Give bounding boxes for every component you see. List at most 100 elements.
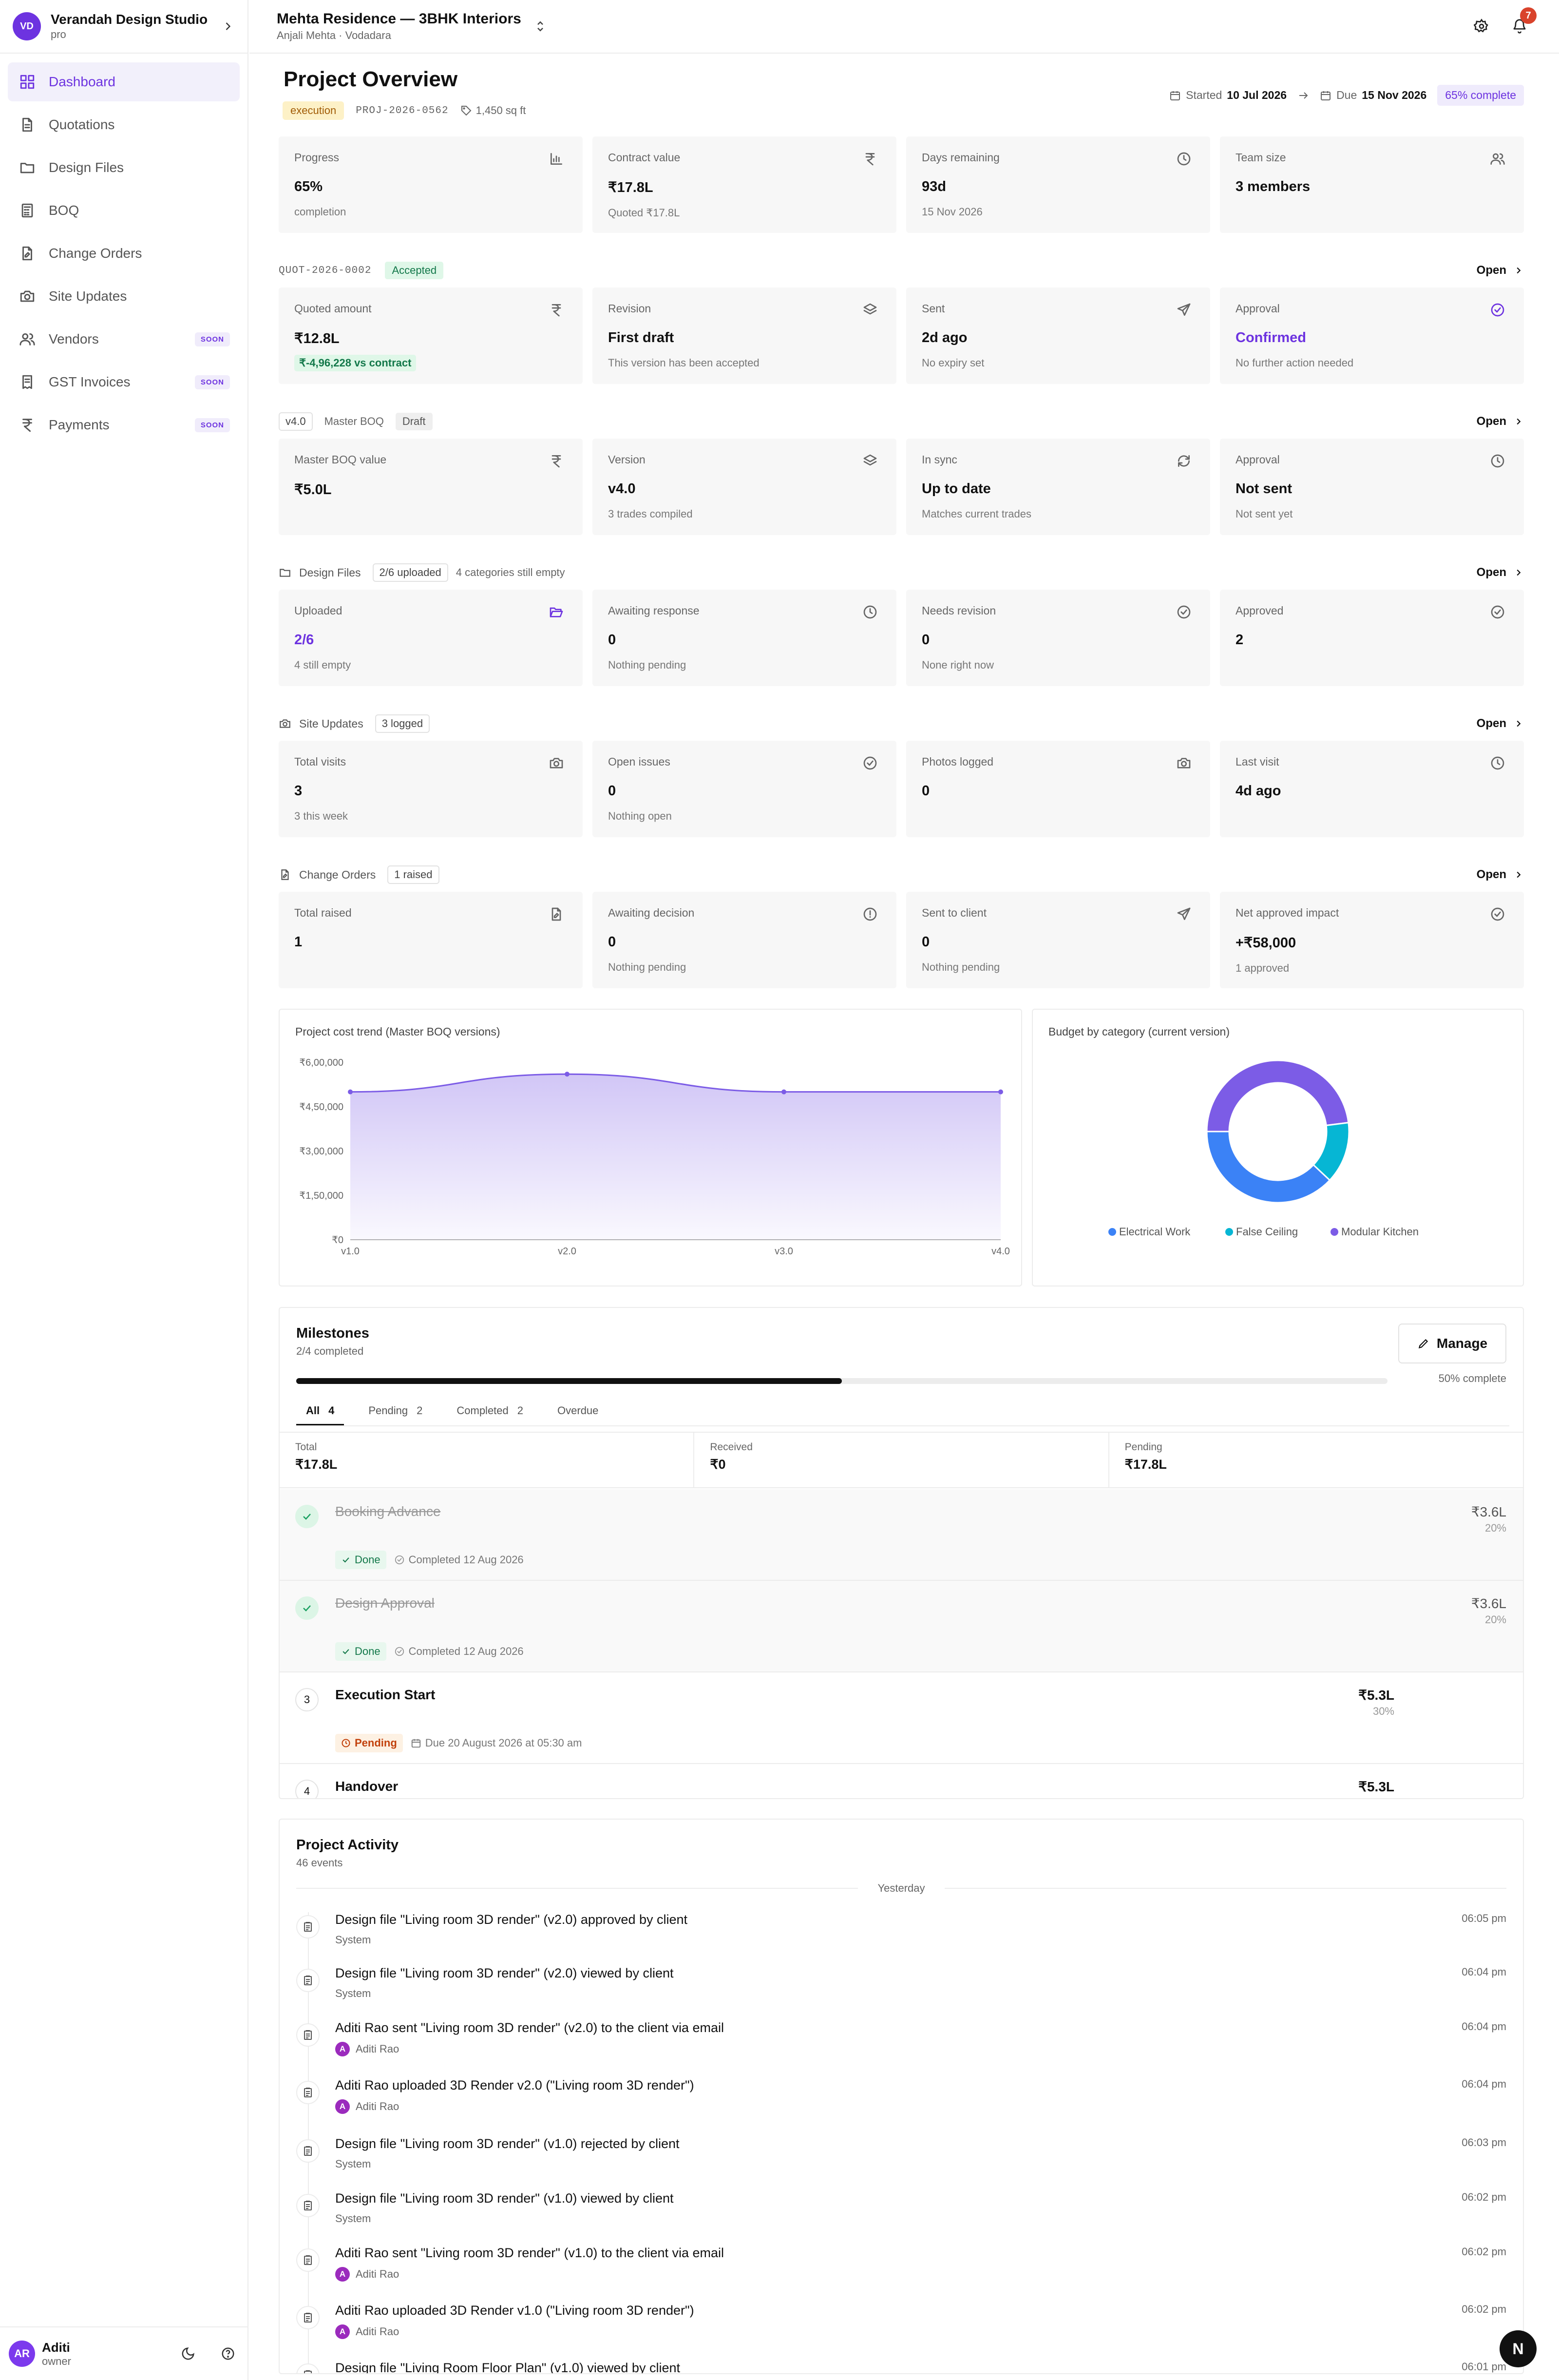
stat-value: ₹17.8L <box>1124 1457 1167 1472</box>
clock-icon <box>1176 151 1194 169</box>
tab-pending[interactable]: Pending 2 <box>359 1398 432 1425</box>
avatar: A <box>335 2267 350 2282</box>
sidebar-item-design-files[interactable]: Design Files <box>8 148 240 187</box>
site-updates-card-total-visits: Total visits 3 3 this week <box>279 741 583 837</box>
card-subtext: Nothing pending <box>608 961 686 973</box>
open-label: Open <box>1476 264 1506 277</box>
quotation-open-link[interactable]: Open <box>1477 264 1524 277</box>
card-value: 3 members <box>1236 179 1311 194</box>
sidebar-item-vendors[interactable]: Vendors SOON <box>8 320 240 359</box>
x-tick-label: v3.0 <box>775 1246 793 1257</box>
assistant-fab[interactable]: N <box>1500 2330 1537 2367</box>
tab-completed[interactable]: Completed 2 <box>447 1398 533 1425</box>
activity-text: Design file "Living room 3D render" (v2.… <box>335 1912 688 1927</box>
tab-overdue[interactable]: Overdue <box>548 1398 608 1425</box>
sidebar: VD Verandah Design Studio pro Dashboard Q… <box>0 0 248 2380</box>
legend-label: Modular Kitchen <box>1341 1226 1419 1238</box>
activity-item: Design file "Living room 3D render" (v2.… <box>296 1966 1506 2019</box>
activity-time: 06:02 pm <box>1462 2303 1506 2315</box>
card-value: ₹5.0L <box>294 482 332 498</box>
activity-time: 06:01 pm <box>1462 2361 1506 2373</box>
sidebar-item-boq[interactable]: BOQ <box>8 191 240 230</box>
manage-button[interactable]: Manage <box>1398 1324 1506 1363</box>
contract-diff-badge: ₹-4,96,228 vs contract <box>294 355 417 371</box>
stat-label: Pending <box>1124 1441 1162 1453</box>
card-subtext: Quoted ₹17.8L <box>608 207 680 219</box>
sidebar-item-change-orders[interactable]: Change Orders <box>8 234 240 273</box>
open-label: Open <box>1476 415 1506 428</box>
change-orders-title: Change Orders <box>299 868 376 881</box>
card-value: ₹12.8L <box>294 331 340 346</box>
cost-trend-chart: Project cost trend (Master BOQ versions)… <box>279 1009 1022 1286</box>
sidebar-item-site-updates[interactable]: Site Updates <box>8 277 240 316</box>
activity-time: 06:02 pm <box>1462 2246 1506 2258</box>
quotation-code: QUOT-2026-0002 <box>279 265 372 276</box>
design-files-open-link[interactable]: Open <box>1477 566 1524 579</box>
sidebar-item-gst-invoices[interactable]: GST Invoices SOON <box>8 363 240 402</box>
quotation-status-badge: Accepted <box>385 262 444 279</box>
send-icon <box>1176 302 1194 320</box>
design-files-title: Design Files <box>299 566 361 579</box>
workspace-plan: pro <box>51 28 66 40</box>
user-role: owner <box>42 2355 71 2367</box>
tab-count: 2 <box>517 1404 524 1417</box>
clock-icon <box>1490 453 1507 471</box>
settings-gear-icon[interactable] <box>1469 14 1494 38</box>
bell-icon[interactable]: 7 <box>1507 7 1537 38</box>
moon-icon[interactable] <box>177 2343 199 2364</box>
status-label: Done <box>355 1645 380 1657</box>
design-files-section-header: Design Files 2/6 uploaded 4 categories s… <box>279 556 1524 590</box>
sidebar-item-payments[interactable]: Payments SOON <box>8 405 240 444</box>
actor-name: Aditi Rao <box>356 2100 399 2112</box>
change-orders-cards: Total raised 1 Awaiting decision 0 Nothing p… <box>279 892 1524 988</box>
sidebar-item-dashboard[interactable]: Dashboard <box>8 62 240 101</box>
legend-label: False Ceiling <box>1236 1226 1298 1238</box>
card-value: 2d ago <box>922 330 968 345</box>
boq-open-link[interactable]: Open <box>1477 415 1524 428</box>
refresh-icon <box>1176 453 1194 471</box>
activity-text: Aditi Rao sent "Living room 3D render" (… <box>335 2020 724 2035</box>
card-value: ₹17.8L <box>608 180 653 195</box>
milestone-row[interactable]: Booking Advance ₹3.6L 20% Done Completed 12 … <box>280 1489 1523 1581</box>
data-point <box>348 1089 353 1094</box>
camera-icon <box>549 755 566 773</box>
avatar: A <box>335 2099 350 2114</box>
change-orders-open-link[interactable]: Open <box>1477 868 1524 882</box>
chevron-right-icon <box>221 19 235 33</box>
site-updates-cards: Total visits 3 3 this week Open issues 0 Noth… <box>279 741 1524 837</box>
chevron-up-down-icon[interactable] <box>533 19 548 34</box>
activity-actor: A Aditi Rao <box>335 2099 399 2114</box>
quotation-card-approval: Approval Confirmed No further action neede… <box>1220 288 1524 384</box>
milestone-amount: ₹3.6L 20% <box>1471 1595 1506 1626</box>
sidebar-item-quotations[interactable]: Quotations <box>8 105 240 144</box>
tab-all[interactable]: All 4 <box>296 1398 344 1425</box>
activity-text: Aditi Rao uploaded 3D Render v1.0 ("Livi… <box>335 2303 694 2318</box>
kpi-card-team-size: Team size 3 members <box>1220 136 1524 233</box>
milestone-row[interactable]: 4 Handover ₹5.3L <box>280 1764 1523 1798</box>
help-icon[interactable] <box>217 2343 239 2364</box>
calculator-icon <box>18 201 37 220</box>
milestones-panel: Milestones 2/4 completed Manage 50% comp… <box>279 1307 1524 1799</box>
milestone-row[interactable]: Design Approval ₹3.6L 20% Done Completed 12 … <box>280 1581 1523 1672</box>
design-files-card-needs-revision: Needs revision 0 None right now <box>906 590 1210 686</box>
layers-icon <box>862 453 880 471</box>
data-point <box>998 1089 1003 1094</box>
stat-value: ₹0 <box>710 1457 726 1472</box>
milestone-stat-pending: Pending ₹17.8L <box>1109 1433 1523 1487</box>
stat-label: Total <box>295 1441 317 1453</box>
site-updates-open-link[interactable]: Open <box>1477 717 1524 730</box>
check-circle-icon <box>1490 906 1507 924</box>
tab-count: 4 <box>328 1404 335 1417</box>
project-switcher[interactable]: Mehta Residence — 3BHK Interiors Anjali … <box>277 11 521 42</box>
milestone-date: Due 20 August 2026 at 05:30 am <box>425 1737 582 1749</box>
milestone-row[interactable]: 3 Execution Start ₹5.3L 30% Pending Due 20 Au… <box>280 1672 1523 1764</box>
boq-card-in-sync: In sync Up to date Matches current trades <box>906 439 1210 535</box>
card-subtext: Nothing pending <box>608 659 686 671</box>
card-label: Approved <box>1236 604 1284 617</box>
workspace-switcher[interactable]: VD Verandah Design Studio pro <box>0 0 247 54</box>
milestone-title: Design Approval <box>335 1595 435 1611</box>
amount-value: ₹3.6L <box>1471 1504 1506 1519</box>
activity-item: Design file "Living room 3D render" (v1.… <box>296 2191 1506 2245</box>
avatar[interactable]: AR <box>9 2341 35 2367</box>
pie-slice-modular-kitchen <box>1206 1059 1350 1132</box>
